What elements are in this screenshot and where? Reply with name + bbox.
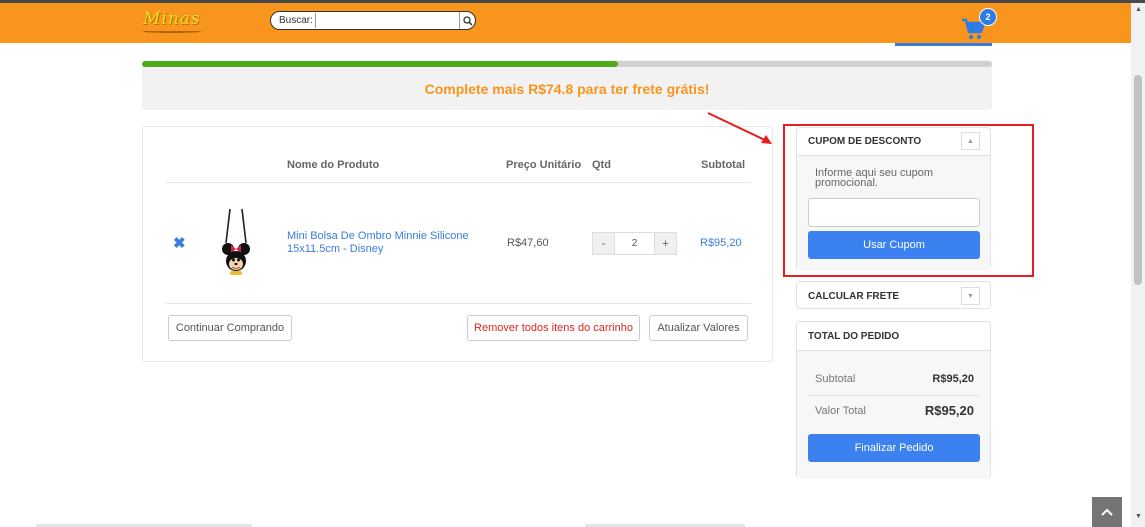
scroll-down-icon[interactable]: ▼ <box>1135 513 1142 520</box>
site-header: Minas Buscar: 2 <box>0 3 1131 43</box>
search-bar: Buscar: <box>270 11 476 30</box>
annotation-arrow <box>707 112 772 144</box>
update-values-button[interactable]: Atualizar Valores <box>649 315 748 341</box>
page-scrollbar[interactable]: ▲ ▼ <box>1131 3 1145 527</box>
progress-bar <box>142 61 992 67</box>
chevron-up-icon[interactable]: ▲ <box>961 132 980 150</box>
checkout-button[interactable]: Finalizar Pedido <box>808 434 980 462</box>
shipping-calc-panel[interactable]: CALCULAR FRETE ▼ <box>796 281 991 309</box>
header-tab-edge <box>895 43 992 46</box>
product-name-link[interactable]: Mini Bolsa De Ombro Minnie Silicone 15x1… <box>287 230 472 256</box>
logo-underline <box>143 30 201 33</box>
remove-all-button[interactable]: Remover todos itens do carrinho <box>467 315 640 341</box>
order-total-title: TOTAL DO PEDIDO <box>808 331 900 342</box>
product-image[interactable] <box>221 207 251 277</box>
chevron-up-icon <box>1101 508 1113 516</box>
subtotal-label: Subtotal <box>815 373 856 385</box>
qty-decrease-button[interactable]: - <box>593 233 614 254</box>
coupon-panel: CUPOM DE DESCONTO ▲ Informe aqui seu cup… <box>796 127 991 271</box>
col-header-qty: Qtd <box>592 159 611 171</box>
coupon-title: CUPOM DE DESCONTO <box>808 136 922 147</box>
coupon-hint: Informe aqui seu cupom promocional. <box>815 167 934 189</box>
qty-input[interactable]: 2 <box>614 233 655 254</box>
order-total-panel: TOTAL DO PEDIDO Subtotal R$95,20 Valor T… <box>796 321 991 479</box>
col-header-subtotal: Subtotal <box>701 159 745 171</box>
order-total-body: Subtotal R$95,20 Valor Total R$95,20 Fin… <box>797 350 990 479</box>
search-icon[interactable] <box>459 12 475 29</box>
scrollbar-thumb[interactable] <box>1134 75 1142 285</box>
cart-panel: Nome do Produto Preço Unitário Qtd Subto… <box>142 126 773 362</box>
free-shipping-progress: Complete mais R$74.8 para ter frete grát… <box>142 60 992 110</box>
search-input[interactable] <box>314 13 459 28</box>
header-divider <box>166 182 751 183</box>
cart-button[interactable]: 2 <box>961 8 997 39</box>
cart-count-badge: 2 <box>979 8 997 26</box>
footer-divider <box>166 303 751 304</box>
progress-fill <box>142 61 618 67</box>
total-value: R$95,20 <box>924 403 974 418</box>
site-logo[interactable]: Minas <box>143 9 201 29</box>
coupon-body: Informe aqui seu cupom promocional. Usar… <box>797 155 990 271</box>
free-shipping-message: Complete mais R$74.8 para ter frete grát… <box>424 81 710 97</box>
total-label: Valor Total <box>815 405 866 417</box>
back-to-top-button[interactable] <box>1092 497 1122 527</box>
remove-item-icon[interactable]: ✖ <box>173 234 186 252</box>
search-label: Buscar: <box>279 15 313 26</box>
quantity-stepper: - 2 + <box>592 232 677 255</box>
scroll-up-icon[interactable]: ▲ <box>1135 6 1142 13</box>
coupon-input[interactable] <box>808 198 980 227</box>
qty-increase-button[interactable]: + <box>655 233 676 254</box>
totals-divider <box>808 395 980 396</box>
col-header-product: Nome do Produto <box>287 159 380 171</box>
col-header-unit-price: Preço Unitário <box>506 159 582 171</box>
chevron-down-icon[interactable]: ▼ <box>961 287 980 305</box>
unit-price: R$47,60 <box>507 237 549 249</box>
apply-coupon-button[interactable]: Usar Cupom <box>808 231 980 259</box>
row-subtotal: R$95,20 <box>700 237 742 249</box>
subtotal-value: R$95,20 <box>932 373 974 385</box>
shipping-calc-title: CALCULAR FRETE <box>808 291 900 302</box>
continue-shopping-button[interactable]: Continuar Comprando <box>168 315 292 341</box>
